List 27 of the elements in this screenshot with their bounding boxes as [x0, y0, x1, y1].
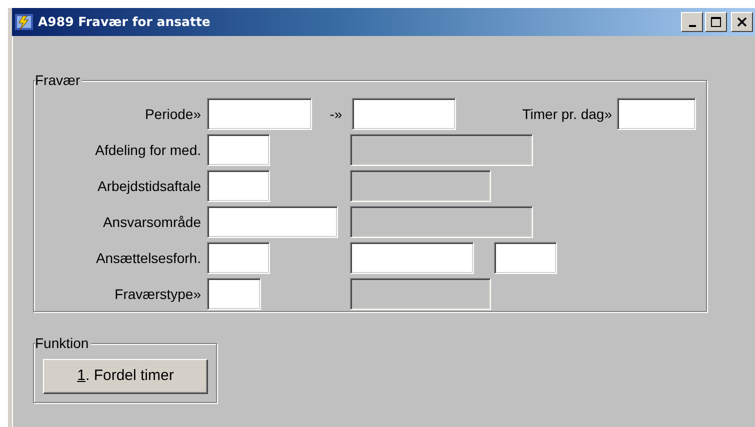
input-field[interactable]	[207, 98, 312, 130]
minimize-button[interactable]	[681, 12, 703, 32]
field-label: Arbejdstidsaftale	[96, 178, 201, 194]
field-label: Periode»	[144, 106, 201, 122]
field-label: -»	[328, 106, 344, 122]
close-button[interactable]	[731, 12, 753, 32]
input-field[interactable]	[352, 98, 456, 130]
maximize-button[interactable]	[705, 12, 727, 32]
app-icon	[14, 12, 34, 32]
field-label: Afdeling for med.	[94, 142, 201, 158]
field-label: Ansættelsesforh.	[94, 250, 201, 266]
window-title: A989 Fravær for ansatte	[38, 12, 210, 31]
field-label: Fraværstype»	[114, 286, 201, 302]
input-field[interactable]	[207, 134, 270, 166]
field-label: Ansvarsområde	[102, 214, 201, 230]
input-field[interactable]	[207, 278, 261, 310]
input-field[interactable]	[207, 170, 270, 202]
input-field[interactable]	[207, 206, 338, 238]
minimize-icon	[688, 25, 696, 27]
input-field[interactable]	[617, 98, 696, 130]
maximize-icon	[710, 16, 722, 28]
input-field[interactable]	[494, 242, 557, 274]
input-field[interactable]	[207, 242, 270, 274]
input-field[interactable]	[350, 242, 474, 274]
fordel-button[interactable]: 1. Fordel timer	[43, 359, 208, 394]
close-icon	[737, 17, 747, 27]
field-label: Timer pr. dag»	[521, 106, 612, 122]
